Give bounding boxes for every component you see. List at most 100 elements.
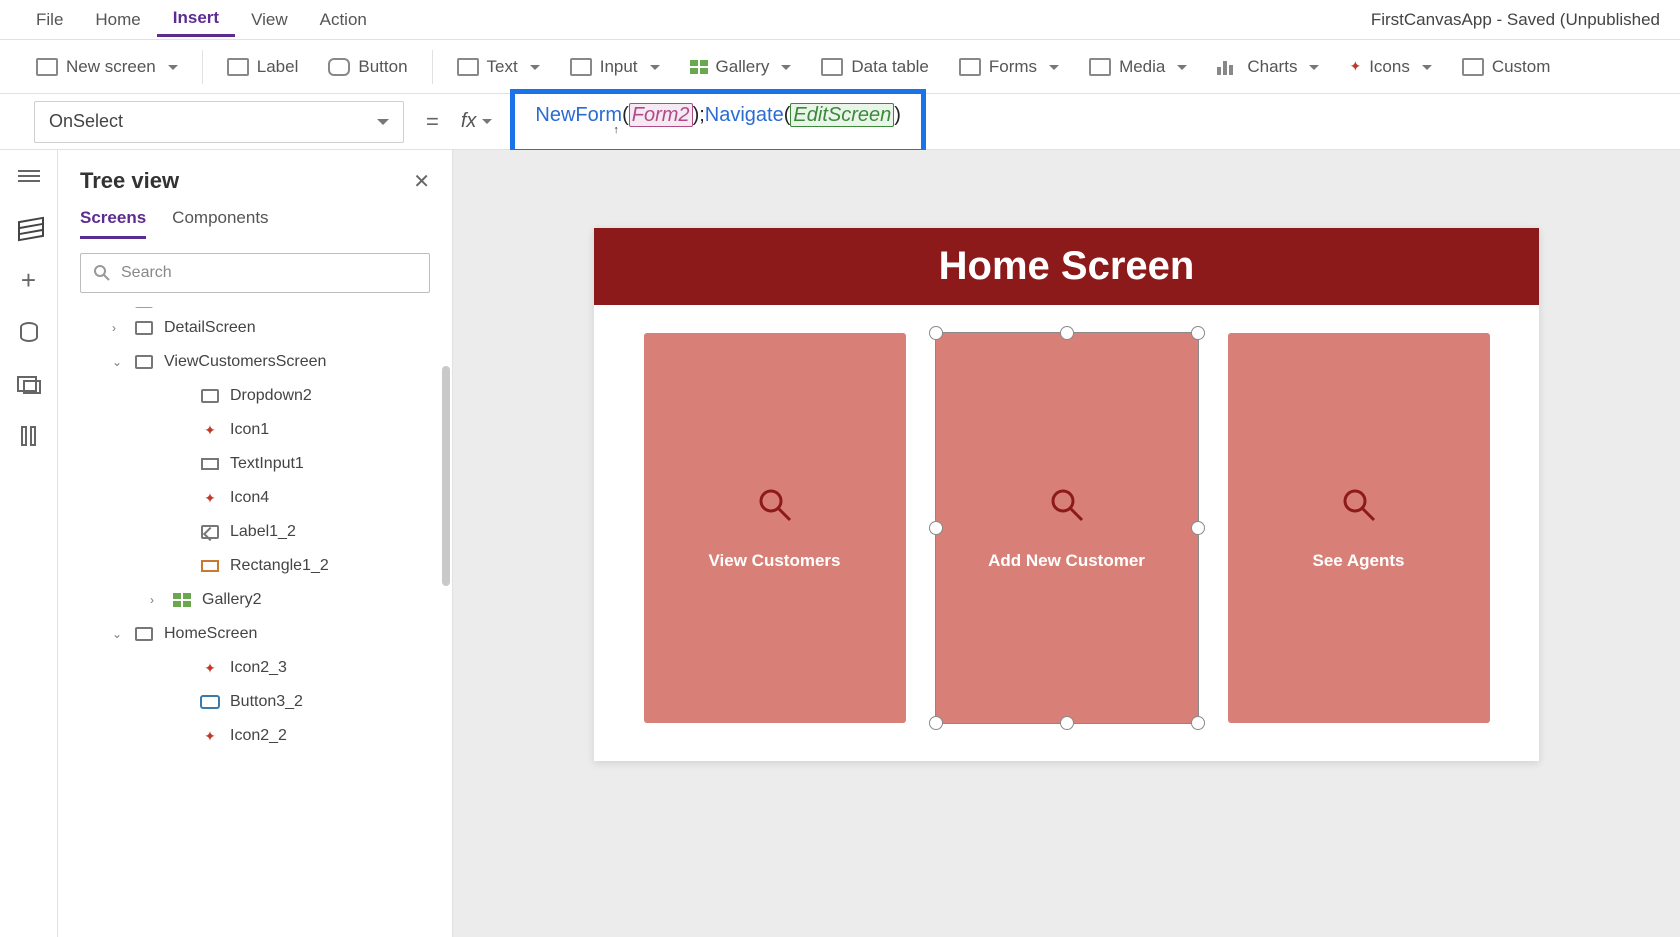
card-label: See Agents bbox=[1313, 551, 1405, 571]
tree-item-label: ViewCustomersScreen bbox=[164, 353, 326, 371]
tab-components[interactable]: Components bbox=[172, 208, 268, 239]
button-icon bbox=[328, 58, 350, 76]
tree-item-dropdown2[interactable]: Dropdown2 bbox=[58, 379, 452, 413]
card-label: View Customers bbox=[709, 551, 841, 571]
button-button[interactable]: Button bbox=[316, 51, 419, 83]
selection-handle[interactable] bbox=[1191, 326, 1205, 340]
plus-icon: + bbox=[21, 270, 36, 290]
custom-button[interactable]: Custom bbox=[1450, 51, 1563, 83]
label-button[interactable]: Label bbox=[215, 51, 311, 83]
tree-item-label: EditScreen bbox=[164, 307, 242, 310]
rail-data[interactable] bbox=[15, 320, 43, 344]
tree-item-label: TextInput1 bbox=[230, 455, 304, 473]
tree-tabs: Screens Components bbox=[58, 200, 452, 239]
text-label: Text bbox=[487, 57, 518, 77]
text-button[interactable]: Text bbox=[445, 51, 552, 83]
rail-insert[interactable]: + bbox=[15, 268, 43, 292]
datatable-icon bbox=[821, 58, 843, 76]
forms-icon bbox=[959, 58, 981, 76]
rail-tools[interactable] bbox=[15, 424, 43, 448]
tree-search[interactable]: Search bbox=[80, 253, 430, 293]
main-area: + Tree view ✕ Screens Components Search … bbox=[0, 150, 1680, 937]
tree-item-detailscreen[interactable]: ›DetailScreen bbox=[58, 311, 452, 345]
app-canvas: Home Screen View CustomersAdd New Custom… bbox=[594, 228, 1539, 761]
charts-button[interactable]: Charts bbox=[1205, 51, 1331, 83]
app-status: FirstCanvasApp - Saved (Unpublished bbox=[1371, 10, 1660, 30]
charts-icon bbox=[1217, 59, 1239, 75]
tree-close-button[interactable]: ✕ bbox=[413, 169, 430, 194]
tab-screens[interactable]: Screens bbox=[80, 208, 146, 239]
tree-item-textinput1[interactable]: TextInput1 bbox=[58, 447, 452, 481]
tree-arrow-icon: › bbox=[150, 593, 162, 607]
icons-label: Icons bbox=[1369, 57, 1410, 77]
canvas-area[interactable]: Home Screen View CustomersAdd New Custom… bbox=[453, 150, 1680, 937]
icons-button[interactable]: ✦ Icons bbox=[1337, 51, 1443, 83]
layers-icon bbox=[18, 219, 40, 237]
menu-insert[interactable]: Insert bbox=[157, 2, 235, 37]
tree-item-editscreen[interactable]: ›EditScreen bbox=[58, 307, 452, 311]
hamburger-icon bbox=[18, 167, 40, 185]
rail-media[interactable] bbox=[15, 372, 43, 396]
input-button[interactable]: Input bbox=[558, 51, 672, 83]
tree-arrow-icon: ⌄ bbox=[112, 355, 124, 369]
tree-item-icon2_2[interactable]: ✦Icon2_2 bbox=[58, 719, 452, 753]
menu-bar: File Home Insert View Action FirstCanvas… bbox=[0, 0, 1680, 40]
tree-item-label: Dropdown2 bbox=[230, 387, 312, 405]
tree-item-icon2_3[interactable]: ✦Icon2_3 bbox=[58, 651, 452, 685]
tree-search-placeholder: Search bbox=[121, 264, 172, 282]
forms-button[interactable]: Forms bbox=[947, 51, 1071, 83]
charts-label: Charts bbox=[1247, 57, 1297, 77]
rail-hamburger[interactable] bbox=[15, 164, 43, 188]
tree-item-icon4[interactable]: ✦Icon4 bbox=[58, 481, 452, 515]
property-selector[interactable]: OnSelect bbox=[34, 101, 404, 143]
media-icon bbox=[17, 374, 41, 394]
custom-label: Custom bbox=[1492, 57, 1551, 77]
new-screen-button[interactable]: New screen bbox=[24, 51, 190, 83]
tree-item-label: Icon1 bbox=[230, 421, 269, 439]
card-see-agents[interactable]: See Agents bbox=[1228, 333, 1490, 723]
tree-item-label1_2[interactable]: Label1_2 bbox=[58, 515, 452, 549]
selection-handle[interactable] bbox=[929, 521, 943, 535]
card-view-customers[interactable]: View Customers bbox=[644, 333, 906, 723]
tree-item-homescreen[interactable]: ⌄HomeScreen bbox=[58, 617, 452, 651]
menu-file[interactable]: File bbox=[20, 4, 79, 36]
media-icon bbox=[1089, 58, 1111, 76]
tree-item-button3_2[interactable]: Button3_2 bbox=[58, 685, 452, 719]
tree-item-gallery2[interactable]: ›Gallery2 bbox=[58, 583, 452, 617]
data-table-label: Data table bbox=[851, 57, 929, 77]
tree-scrollbar[interactable] bbox=[442, 366, 450, 586]
card-add-new-customer[interactable]: Add New Customer bbox=[936, 333, 1198, 723]
formula-highlight-box: NewForm(Form2);Navigate(EditScreen) ↑ bbox=[510, 89, 926, 154]
database-icon bbox=[20, 322, 38, 342]
label-icon bbox=[227, 58, 249, 76]
fx-label[interactable]: fx bbox=[461, 110, 493, 133]
search-icon bbox=[93, 264, 111, 282]
tree-item-viewcustomersscreen[interactable]: ⌄ ViewCustomersScreen bbox=[58, 345, 452, 379]
formula-input[interactable]: NewForm(Form2);Navigate(EditScreen) bbox=[535, 102, 901, 127]
data-table-button[interactable]: Data table bbox=[809, 51, 941, 83]
gallery-button[interactable]: Gallery bbox=[678, 51, 804, 83]
tree-item-label: Label1_2 bbox=[230, 523, 296, 541]
menu-action[interactable]: Action bbox=[304, 4, 383, 36]
selection-handle[interactable] bbox=[1191, 521, 1205, 535]
menu-view[interactable]: View bbox=[235, 4, 304, 36]
selection-handle[interactable] bbox=[1060, 716, 1074, 730]
tree-view-title: Tree view bbox=[80, 168, 179, 194]
custom-icon bbox=[1462, 58, 1484, 76]
icons-icon: ✦ bbox=[1349, 58, 1361, 75]
tree-item-label: Icon2_3 bbox=[230, 659, 287, 677]
rail-treeview[interactable] bbox=[15, 216, 43, 240]
selection-handle[interactable] bbox=[1191, 716, 1205, 730]
tree-view-panel: Tree view ✕ Screens Components Search ›E… bbox=[58, 150, 453, 937]
selection-handle[interactable] bbox=[1060, 326, 1074, 340]
canvas-cards: View Customers Add New Customer See Agents bbox=[594, 305, 1539, 723]
selection-handle[interactable] bbox=[929, 716, 943, 730]
tree-item-rectangle1_2[interactable]: Rectangle1_2 bbox=[58, 549, 452, 583]
tree-item-label: Icon4 bbox=[230, 489, 269, 507]
formula-fn2: Navigate bbox=[705, 104, 784, 126]
selection-handle[interactable] bbox=[929, 326, 943, 340]
menu-home[interactable]: Home bbox=[79, 4, 156, 36]
input-icon bbox=[570, 58, 592, 76]
media-button[interactable]: Media bbox=[1077, 51, 1199, 83]
tree-item-icon1[interactable]: ✦Icon1 bbox=[58, 413, 452, 447]
